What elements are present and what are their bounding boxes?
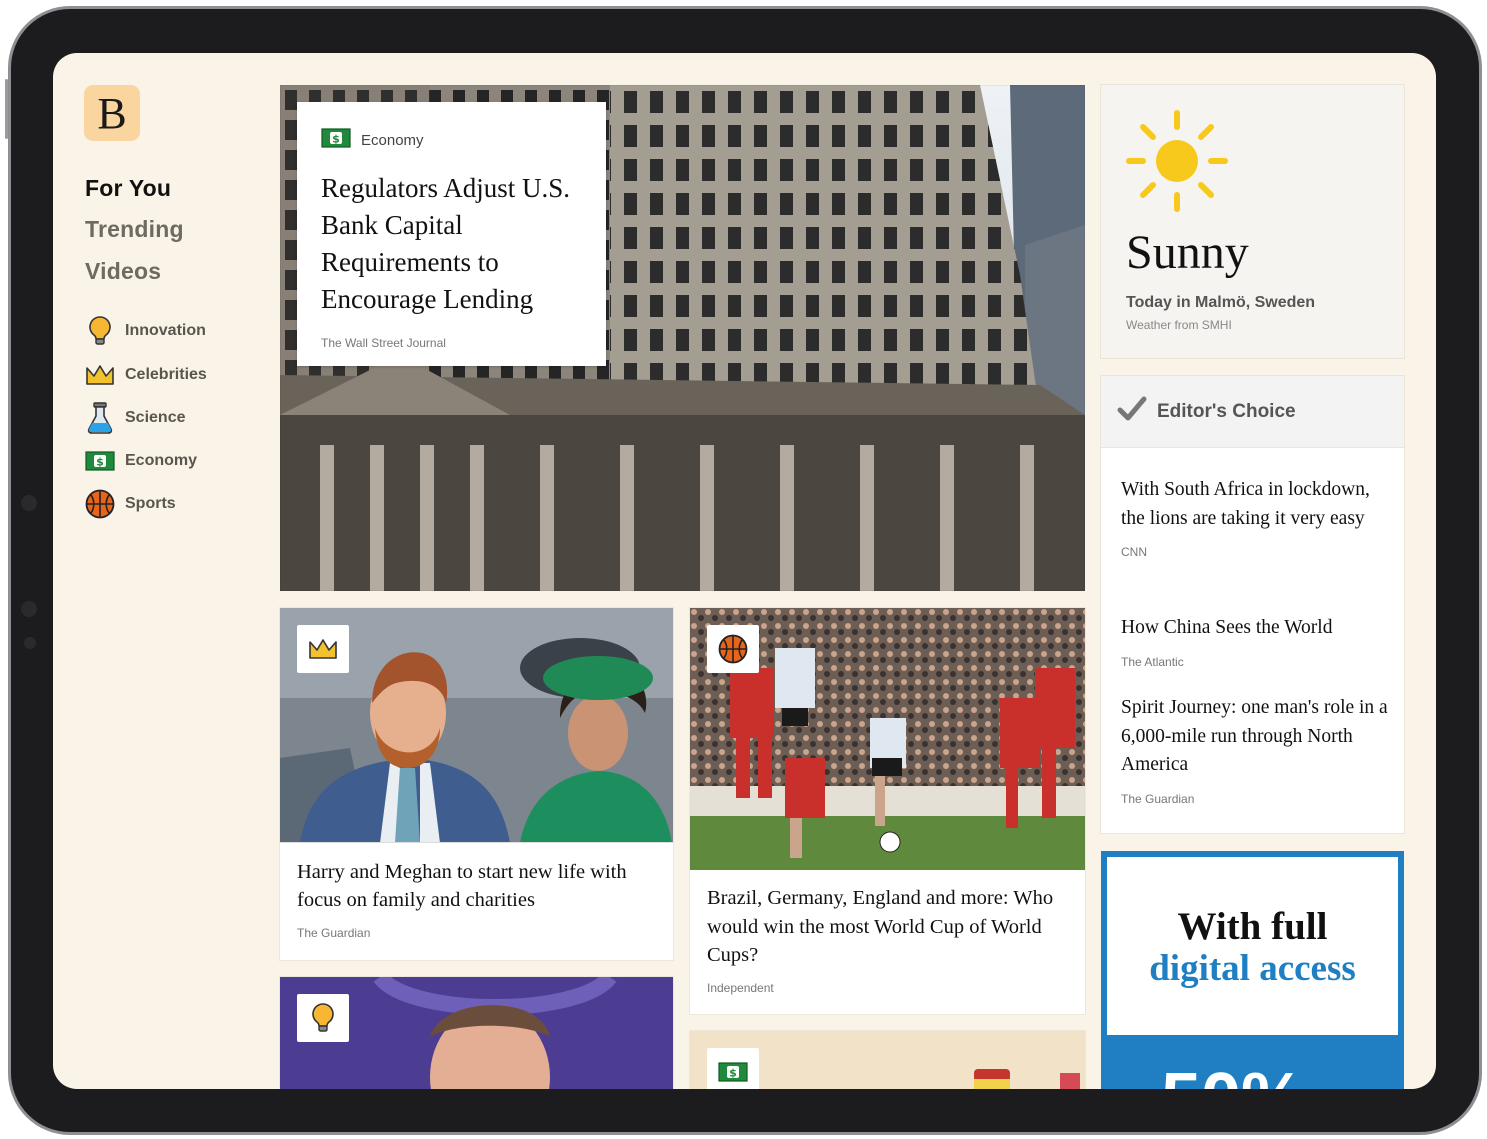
basketball-icon [707,625,759,673]
app-screen: B For You Trending Videos Innovation Cel… [53,53,1436,1089]
category-label: Sports [125,495,176,512]
article-card-innovation[interactable] [280,977,673,1089]
sensor-dot [24,637,36,649]
lightbulb-icon [85,316,115,346]
subscription-ad[interactable]: With full digital access 50% [1101,851,1404,1089]
category-label: Economy [125,452,198,469]
volume-button [5,79,8,139]
editors-item-source: CNN [1121,545,1147,559]
editors-choice-header: Editor's Choice [1101,376,1404,448]
lightbulb-icon [297,994,349,1042]
article-title: Harry and Meghan to start new life with … [297,861,627,911]
hero-article[interactable]: $ Economy Regulators Adjust U.S. Bank Ca… [280,85,1085,591]
editors-choice-item[interactable]: How China Sees the World The Atlantic [1121,614,1391,669]
crown-icon [297,625,349,673]
sun-icon [1126,110,1228,212]
crown-icon [85,360,115,390]
category-label: Celebrities [125,366,207,383]
editors-choice-panel: Editor's Choice With South Africa in loc… [1101,376,1404,833]
article-title: Brazil, Germany, England and more: Who w… [707,887,1054,966]
article-card-sports[interactable]: Brazil, Germany, England and more: Who w… [690,608,1085,1014]
editors-item-source: The Atlantic [1121,654,1184,669]
category-economy[interactable]: $ Economy [85,445,197,477]
category-science[interactable]: Science [85,402,185,434]
weather-widget[interactable]: Sunny Today in Malmö, Sweden Weather fro… [1101,85,1404,358]
ad-message-box: With full digital access [1107,857,1398,1035]
article-source: The Guardian [297,926,371,940]
article-card-economy[interactable]: $ [690,1031,1085,1089]
category-innovation[interactable]: Innovation [85,315,206,347]
dollar-bill-icon: $ [321,128,351,152]
logo-letter: B [97,88,127,138]
editors-item-source: The Guardian [1121,791,1195,806]
category-label: Science [125,409,186,426]
article-card-celebrities[interactable]: Harry and Meghan to start new life with … [280,608,673,960]
dollar-bill-icon: $ [85,446,115,476]
svg-text:$: $ [96,456,104,469]
nav-trending[interactable]: Trending [85,216,184,243]
dollar-bill-icon: $ [707,1048,759,1089]
category-label: Innovation [125,322,206,339]
svg-text:$: $ [729,1067,737,1080]
weather-provider: Weather from SMHI [1126,318,1232,332]
category-sports[interactable]: Sports [85,488,176,520]
editors-item-title: With South Africa in lockdown, the lions… [1121,479,1370,529]
nav-videos[interactable]: Videos [85,258,161,285]
checkmark-icon [1117,396,1147,427]
editors-choice-item[interactable]: Spirit Journey: one man's role in a 6,00… [1121,694,1391,806]
hero-headline-card[interactable]: $ Economy Regulators Adjust U.S. Bank Ca… [297,102,606,366]
weather-location: Today in Malmö, Sweden [1126,294,1316,311]
flask-icon [85,402,115,434]
ad-line1: With full [1177,905,1328,948]
hero-tag-label: Economy [361,131,424,149]
editors-choice-item[interactable]: With South Africa in lockdown, the lions… [1121,476,1391,559]
editors-item-title: How China Sees the World [1121,617,1333,638]
svg-text:$: $ [332,133,340,146]
sensor-dot [21,601,37,617]
ad-discount: 50% [1161,1063,1305,1089]
camera-dot [21,495,37,511]
app-logo[interactable]: B [84,85,140,141]
nav-for-you[interactable]: For You [85,175,171,202]
weather-condition: Sunny [1126,226,1249,279]
article-source: Independent [707,981,774,995]
hero-title: Regulators Adjust U.S. Bank Capital Requ… [321,173,571,314]
category-celebrities[interactable]: Celebrities [85,359,207,391]
editors-item-title: Spirit Journey: one man's role in a 6,00… [1121,697,1388,775]
basketball-icon [85,489,115,519]
hero-source: The Wall Street Journal [321,336,446,350]
ad-line2: digital access [1149,948,1356,989]
editors-choice-title: Editor's Choice [1157,400,1296,422]
hero-tag: $ Economy [321,128,582,152]
